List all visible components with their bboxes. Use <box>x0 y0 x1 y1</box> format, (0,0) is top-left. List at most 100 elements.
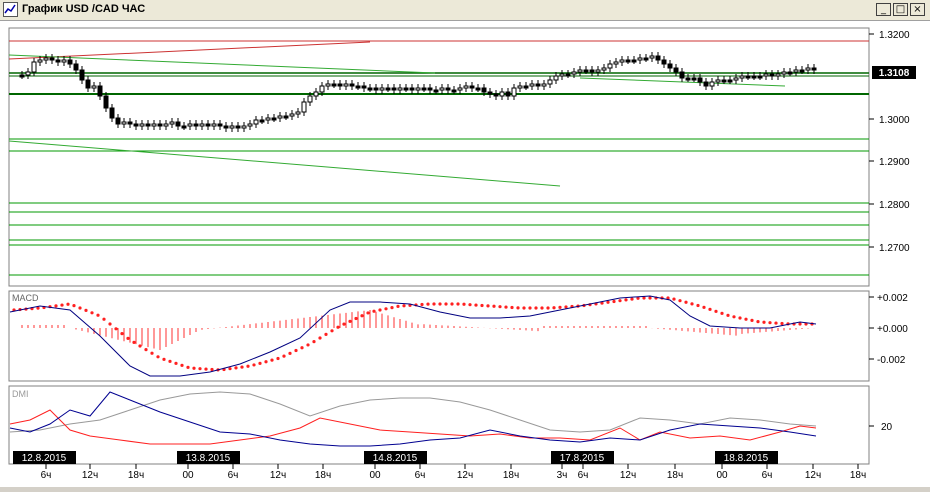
usdcad-hourly-chart[interactable]: 1.3108 1.3200 1.3000 1.2900 1.2800 1.270… <box>0 21 930 487</box>
macd-signal-dot <box>264 360 268 364</box>
candle-body <box>151 123 157 127</box>
candle-body <box>679 71 685 79</box>
macd-signal-dot <box>738 316 742 320</box>
macd-signal-dot <box>696 303 700 308</box>
macd-signal-dot <box>156 355 160 359</box>
macd-signal-dot <box>426 302 430 306</box>
candle-body <box>517 85 523 89</box>
macd-tick-label: +0.002 <box>877 293 908 304</box>
macd-signal-dot <box>228 367 232 371</box>
macd-signal-dot <box>210 367 214 372</box>
macd-signal-dot <box>522 306 526 310</box>
candle-body <box>763 73 769 77</box>
candle-body <box>613 61 619 65</box>
candle-body <box>391 87 397 91</box>
macd-signal-dot <box>612 299 616 304</box>
candle-body <box>37 59 43 63</box>
candle-body <box>787 71 793 75</box>
candle-body <box>157 123 163 127</box>
hour-label: 6ч <box>41 470 52 481</box>
macd-signal-dot <box>534 306 538 310</box>
macd-signal-dot <box>96 313 100 317</box>
macd-signal-dot <box>294 348 298 353</box>
chart-area[interactable]: 1.3108 1.3200 1.3000 1.2900 1.2800 1.270… <box>0 21 930 487</box>
macd-signal-dot <box>678 299 682 303</box>
macd-signal-dot <box>510 305 514 310</box>
candle-body <box>253 119 259 125</box>
macd-signal-dot <box>498 305 502 309</box>
candle-body <box>493 93 499 97</box>
candle-body <box>139 123 145 127</box>
macd-signal-dot <box>384 307 388 311</box>
candle-body <box>565 73 571 77</box>
hour-labels: 6ч 12ч 18ч 00 6ч 12ч 18ч 00 6ч 12ч 18ч 3… <box>41 470 867 481</box>
macd-signal-dot <box>564 305 568 309</box>
maximize-button[interactable]: □ <box>893 3 908 16</box>
time-axis-ticks <box>45 464 859 469</box>
candle-body <box>181 125 187 129</box>
close-button[interactable]: × <box>910 3 925 16</box>
macd-signal-dot <box>60 303 64 307</box>
candle-body <box>607 63 613 69</box>
candle-body <box>175 121 181 127</box>
macd-signal-dot <box>714 309 718 313</box>
macd-signal-dot <box>780 321 784 326</box>
macd-signal-dot <box>648 296 652 300</box>
candle-body <box>745 75 751 79</box>
candle-body <box>85 79 91 89</box>
macd-signal-dot <box>672 297 676 301</box>
candle-body <box>775 73 781 77</box>
current-price-label: 1.3108 <box>879 68 910 79</box>
macd-signal-dot <box>750 318 754 322</box>
candle-body <box>211 123 217 127</box>
hour-label: 12ч <box>82 470 98 481</box>
macd-signal-dot <box>390 306 394 310</box>
candle-body <box>295 111 301 115</box>
macd-signal-dot <box>330 329 334 333</box>
macd-signal-dot <box>300 346 304 350</box>
candle-body <box>235 125 241 129</box>
macd-signal-dot <box>606 300 610 304</box>
macd-signal-dot <box>762 320 766 324</box>
macd-signal-dot <box>552 306 556 310</box>
window-titlebar: График USD /CAD ЧАС _ □ × <box>0 0 930 21</box>
macd-signal-dot <box>486 304 490 308</box>
candle-body <box>361 85 367 89</box>
macd-signal-dot <box>702 305 706 309</box>
price-panel[interactable] <box>8 27 870 287</box>
candle-body <box>277 115 283 119</box>
candle-body <box>757 75 763 79</box>
candle-body <box>289 113 295 117</box>
macd-signal-dot <box>186 365 190 369</box>
candle-body <box>241 125 247 129</box>
macd-signal-dot <box>150 351 154 355</box>
candle-body <box>727 79 733 83</box>
macd-signal-dot <box>768 321 772 325</box>
candle-body <box>439 87 445 91</box>
hour-label: 18ч <box>850 470 866 481</box>
candle-body <box>553 75 559 81</box>
macd-signal-dot <box>504 305 508 309</box>
macd-signal-dot <box>240 365 244 369</box>
candle-body <box>685 77 691 81</box>
hour-label: 12ч <box>457 470 473 481</box>
candle-body <box>301 101 307 113</box>
macd-signal-dot <box>336 325 340 329</box>
macd-signal-dot <box>684 300 688 304</box>
candle-body <box>187 123 193 127</box>
minimize-button[interactable]: _ <box>876 3 891 16</box>
candle-body <box>673 67 679 73</box>
candle-body <box>337 83 343 87</box>
candle-body <box>385 87 391 91</box>
macd-signal-dot <box>450 302 454 306</box>
macd-signal-dot <box>372 309 376 313</box>
candle-body <box>445 87 451 91</box>
candle-body <box>25 71 31 76</box>
candle-body <box>223 125 229 129</box>
candle-body <box>403 87 409 91</box>
macd-signal-dot <box>246 364 250 368</box>
candle-body <box>547 79 553 85</box>
candle-body <box>529 83 535 87</box>
candle-body <box>283 115 289 119</box>
macd-signal-dot <box>516 306 520 310</box>
